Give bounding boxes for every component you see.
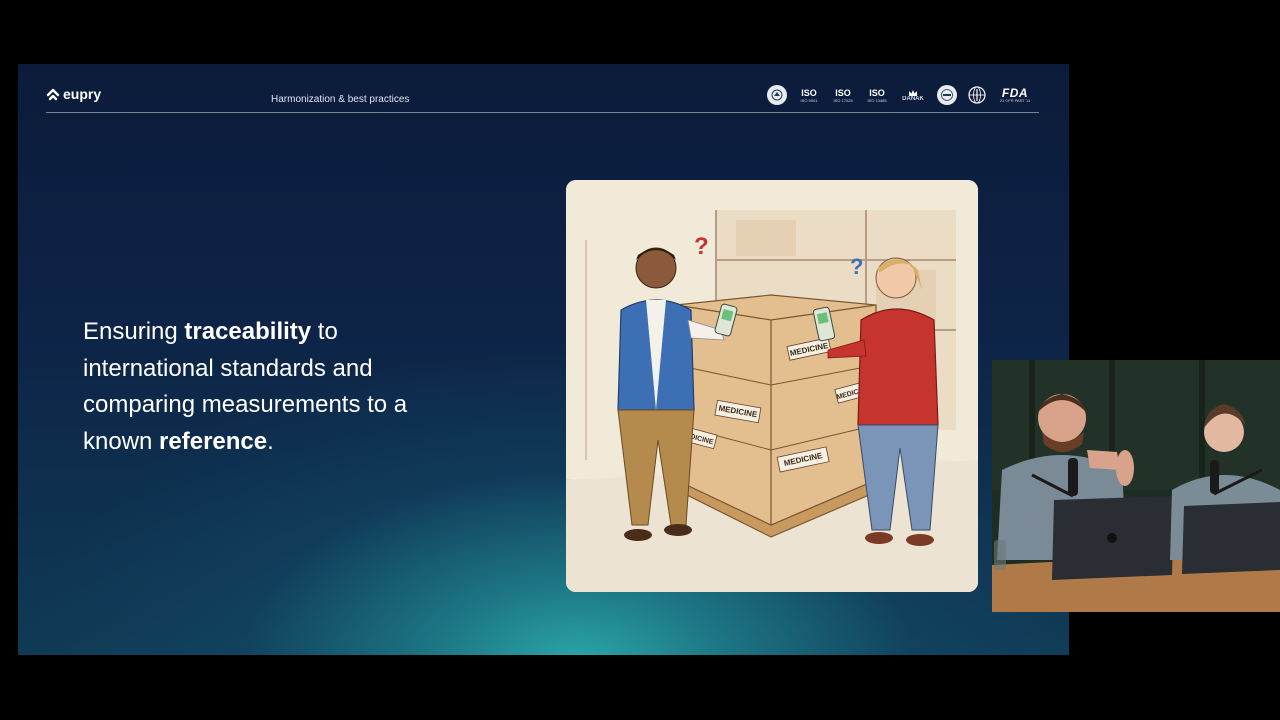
badge-sublabel: ISO 17025 bbox=[833, 97, 853, 103]
slide-headline: Ensuring traceability to international s… bbox=[83, 314, 443, 460]
webcam-feed bbox=[992, 360, 1280, 612]
iso-13485-badge: ISO ISO 13485 bbox=[865, 84, 889, 106]
warehouse-illustration: MEDICINE MEDICINE MEDICINE MEDICINE MEDI… bbox=[566, 180, 978, 592]
question-mark-man: ? bbox=[694, 233, 709, 260]
fda-badge: FDA 21 CFR PART 11 bbox=[997, 84, 1033, 106]
section-title: Harmonization & best practices bbox=[271, 94, 410, 105]
badge-label: ISO bbox=[835, 87, 851, 98]
badge-label: FDA bbox=[1001, 85, 1029, 100]
headline-bold-reference: reference bbox=[159, 427, 268, 455]
eupry-logo-icon bbox=[46, 88, 60, 101]
headline-bold-traceability: traceability bbox=[184, 318, 312, 345]
illustration-svg: MEDICINE MEDICINE MEDICINE MEDICINE MEDI… bbox=[566, 180, 978, 592]
badge-label: ISO bbox=[801, 87, 817, 98]
circle-seal-2-icon bbox=[937, 85, 957, 105]
badge-sublabel: ISO 9001 bbox=[800, 97, 818, 103]
presentation-slide: eupry Harmonization & best practices ISO… bbox=[18, 64, 1069, 655]
iso-17025-badge: ISO ISO 17025 bbox=[831, 84, 855, 106]
badge-label: ISO bbox=[869, 87, 885, 98]
circle-seal-1-icon bbox=[767, 85, 787, 105]
headline-text-3: . bbox=[267, 427, 274, 455]
badge-sublabel: 21 CFR PART 11 bbox=[999, 97, 1031, 103]
certification-badges: ISO ISO 9001 ISO ISO 17025 ISO ISO 13485… bbox=[767, 84, 1033, 106]
badge-label: DANAK bbox=[902, 95, 924, 102]
badge-sublabel: ISO 13485 bbox=[867, 97, 887, 103]
headline-text-1: Ensuring bbox=[83, 318, 185, 345]
eupry-logo: eupry bbox=[46, 86, 101, 102]
who-emblem-icon bbox=[967, 85, 987, 105]
brand-name: eupry bbox=[63, 86, 102, 102]
speaker-webcam-overlay bbox=[992, 360, 1280, 612]
question-mark-woman: ? bbox=[850, 254, 863, 279]
iso-9001-badge: ISO ISO 9001 bbox=[797, 84, 821, 106]
danak-badge: DANAK bbox=[899, 84, 927, 106]
slide-header: eupry Harmonization & best practices ISO… bbox=[46, 84, 1039, 113]
